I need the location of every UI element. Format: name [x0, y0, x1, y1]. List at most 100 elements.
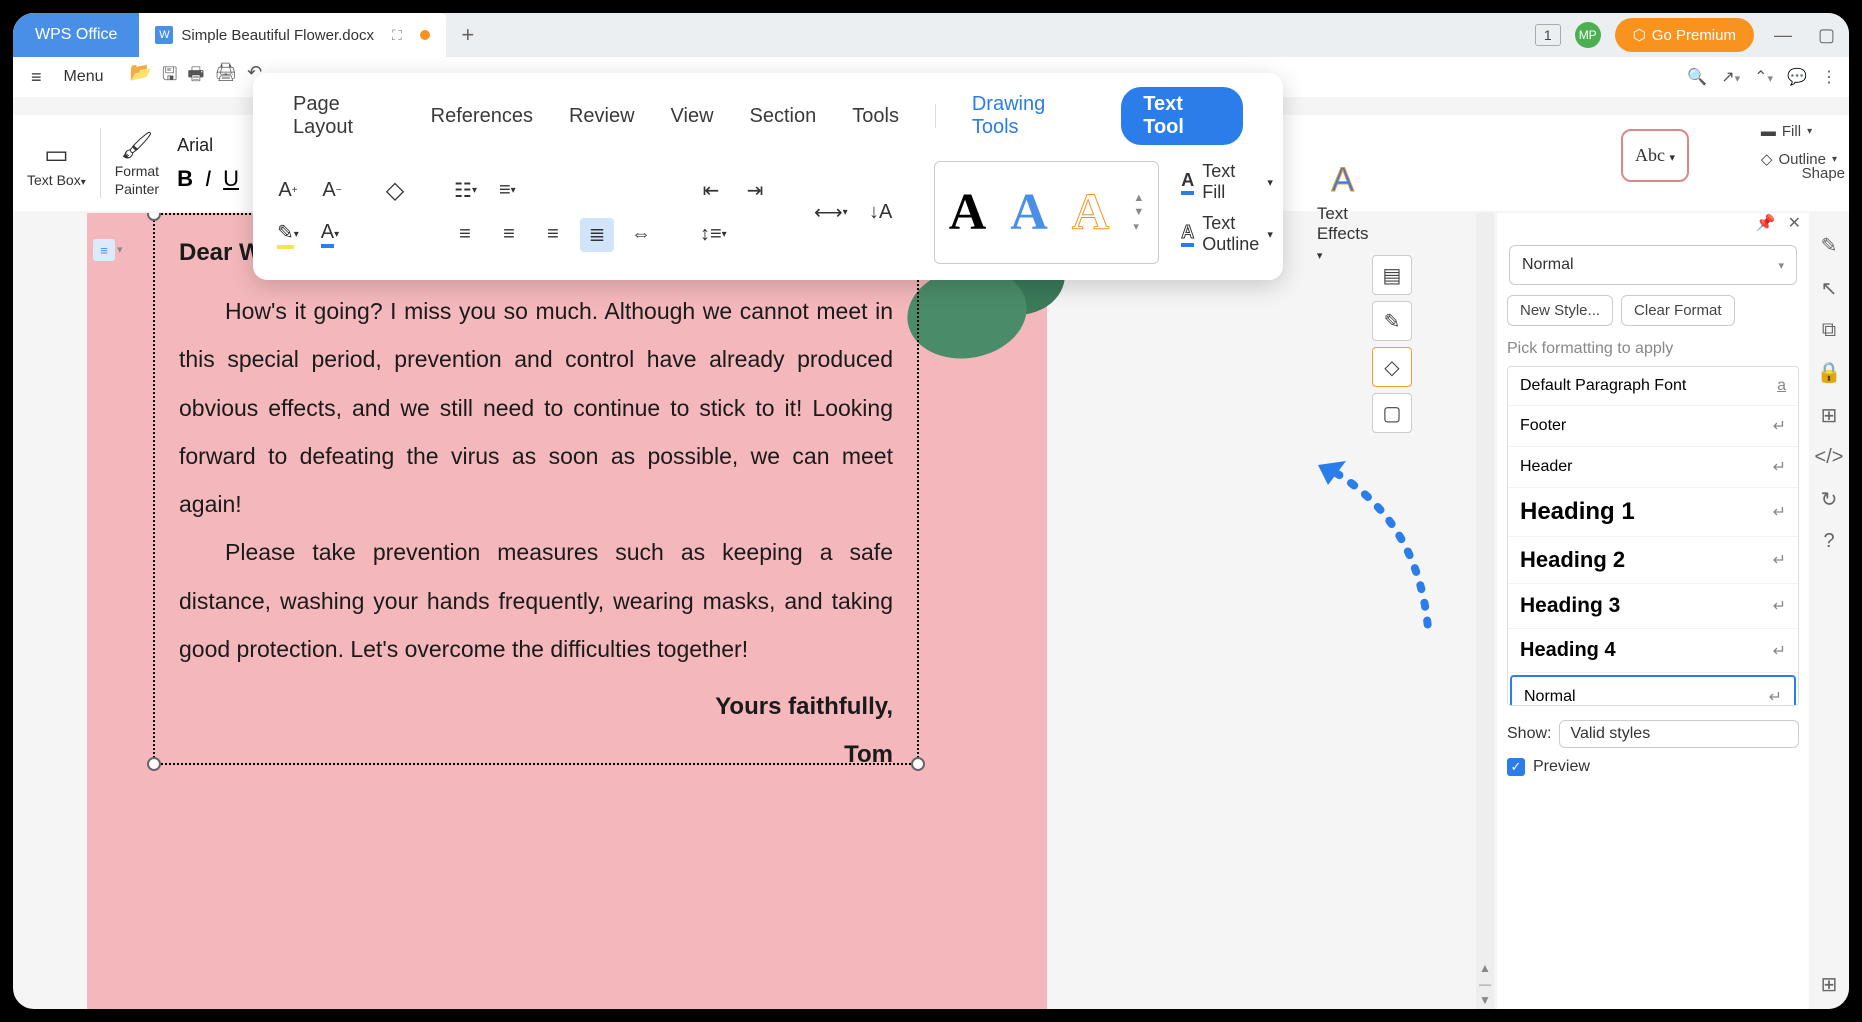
user-avatar[interactable]: MP	[1575, 22, 1601, 48]
tab-drawing-tools[interactable]: Drawing Tools	[972, 93, 1085, 139]
tab-tools[interactable]: Tools	[852, 105, 899, 128]
more-icon[interactable]: ⋮	[1821, 67, 1837, 87]
text-effects-button[interactable]: A Text Effects ▾	[1309, 161, 1377, 264]
collapse-ribbon-icon[interactable]: ⌃▾	[1754, 67, 1773, 87]
document-content[interactable]: Dear Wendy, How's it going? I miss you s…	[155, 215, 917, 793]
underline-button[interactable]: U	[223, 166, 239, 192]
close-panel-icon[interactable]: ✕	[1788, 213, 1801, 233]
numbering-icon[interactable]: ≡ ▾	[493, 174, 522, 208]
preview-icon[interactable]: 🖨	[214, 62, 237, 92]
text-direction-icon[interactable]: ↓A	[864, 196, 898, 230]
style-item-footer[interactable]: Footer↵	[1508, 406, 1798, 447]
font-color-icon[interactable]: A ▾	[315, 218, 345, 252]
save-icon[interactable]: 🖫	[162, 62, 177, 92]
present-icon[interactable]: ⛶	[392, 27, 402, 44]
text-box-button[interactable]: ▭ Text Box▾	[27, 139, 86, 188]
bullets-icon[interactable]: ☷ ▾	[448, 174, 483, 208]
widget-icon[interactable]: ⊞	[1821, 403, 1838, 428]
cursor-icon[interactable]: ↖	[1821, 276, 1838, 301]
fill-button[interactable]: ▬Fill▾	[1761, 123, 1837, 140]
gallery-down-icon[interactable]: ▼	[1133, 206, 1144, 218]
menu-button[interactable]: Menu	[56, 68, 112, 86]
style-item-heading-2[interactable]: Heading 2↵	[1508, 537, 1798, 584]
text-style-a2[interactable]: A	[1010, 183, 1048, 242]
resize-handle-br[interactable]	[911, 757, 925, 771]
clear-formatting-icon[interactable]: ◇	[378, 174, 412, 208]
add-tab-button[interactable]: +	[446, 22, 490, 48]
margin-chevron-icon[interactable]: ▾	[117, 243, 123, 256]
char-spacing-icon[interactable]: ⟷ ▾	[808, 196, 854, 230]
tab-view[interactable]: View	[671, 105, 714, 128]
preview-checkbox[interactable]: ✓	[1507, 758, 1525, 776]
grid-icon[interactable]: ⊞	[1821, 972, 1838, 997]
show-styles-selector[interactable]: Valid styles	[1559, 720, 1799, 748]
style-item-normal[interactable]: Normal↵	[1510, 675, 1796, 706]
style-item-heading-1[interactable]: Heading 1↵	[1508, 488, 1798, 537]
tab-references[interactable]: References	[431, 105, 533, 128]
lock-icon[interactable]: 🔒	[1817, 360, 1842, 385]
current-style-selector[interactable]: Normal ▾	[1509, 245, 1797, 285]
document-tab[interactable]: W Simple Beautiful Flower.docx ⛶	[139, 13, 445, 57]
text-effect-gallery[interactable]: A A A ▲ ▼ ▾	[934, 161, 1160, 264]
align-left-icon[interactable]: ≡	[448, 218, 482, 252]
help-icon[interactable]: ?	[1823, 530, 1834, 553]
align-right-icon[interactable]: ≡	[536, 218, 570, 252]
style-item-header[interactable]: Header↵	[1508, 447, 1798, 488]
increase-indent-icon[interactable]: ⇥	[738, 174, 772, 208]
increase-font-icon[interactable]: A+	[271, 174, 305, 208]
highlight-icon[interactable]: ✎ ▾	[271, 218, 305, 252]
tab-review[interactable]: Review	[569, 105, 635, 128]
text-style-a3[interactable]: A	[1072, 183, 1110, 242]
margin-indicator-icon[interactable]: ≡	[93, 239, 115, 261]
go-premium-button[interactable]: ⬡ Go Premium	[1615, 18, 1754, 52]
share-icon[interactable]: ↗▾	[1721, 67, 1740, 87]
pin-icon[interactable]: 📌	[1756, 213, 1776, 233]
search-icon[interactable]: 🔍	[1687, 67, 1707, 87]
gallery-more-icon[interactable]: ▾	[1133, 220, 1144, 233]
tab-page-layout[interactable]: Page Layout	[293, 93, 395, 139]
wrap-style-2-icon[interactable]: ✎	[1372, 301, 1412, 341]
distribute-icon[interactable]: ⇔	[624, 218, 658, 252]
decrease-indent-icon[interactable]: ⇤	[694, 174, 728, 208]
window-counter[interactable]: 1	[1535, 24, 1561, 46]
text-fill-button[interactable]: A Text Fill ▾	[1181, 161, 1273, 203]
clear-format-button[interactable]: Clear Format	[1621, 295, 1735, 326]
comments-icon[interactable]: 💬	[1787, 67, 1807, 87]
bold-button[interactable]: B	[177, 166, 193, 192]
minimize-button[interactable]: —	[1768, 25, 1798, 46]
new-style-button[interactable]: New Style...	[1507, 295, 1613, 326]
line-spacing-icon[interactable]: ↕≡ ▾	[694, 218, 733, 252]
resize-handle-bl[interactable]	[147, 757, 161, 771]
text-style-a1[interactable]: A	[949, 183, 987, 242]
hamburger-icon[interactable]: ≡	[25, 67, 48, 88]
align-justify-icon[interactable]: ≣	[580, 218, 614, 252]
scroll-down-icon[interactable]: ▼	[1479, 993, 1491, 1007]
style-item-default-pf[interactable]: Default Paragraph Fonta	[1508, 367, 1798, 406]
style-item-heading-4[interactable]: Heading 4↵	[1508, 629, 1798, 673]
decrease-font-icon[interactable]: A−	[315, 174, 349, 208]
align-center-icon[interactable]: ≡	[492, 218, 526, 252]
app-tab[interactable]: WPS Office	[13, 13, 139, 57]
italic-button[interactable]: I	[205, 166, 211, 192]
text-frame[interactable]: Dear Wendy, How's it going? I miss you s…	[153, 213, 919, 765]
scroll-up-icon[interactable]: ▲	[1479, 961, 1491, 975]
text-outline-button[interactable]: A Text Outline ▾	[1181, 213, 1273, 255]
wrap-style-3-icon[interactable]: ◇	[1372, 347, 1412, 387]
gallery-up-icon[interactable]: ▲	[1133, 192, 1144, 204]
tab-section[interactable]: Section	[750, 105, 817, 128]
maximize-button[interactable]: ▢	[1812, 25, 1841, 46]
code-icon[interactable]: </>	[1815, 446, 1844, 469]
wrap-style-4-icon[interactable]: ▢	[1372, 393, 1412, 433]
format-painter-button[interactable]: 🖌 Format Painter	[115, 130, 159, 197]
shape-style[interactable]: Abc ▾	[1621, 129, 1689, 182]
style-item-heading-3[interactable]: Heading 3↵	[1508, 584, 1798, 629]
pencil-icon[interactable]: ✎	[1821, 233, 1838, 258]
open-icon[interactable]: 📂	[130, 62, 152, 92]
vertical-scrollbar[interactable]: ▲ — ▼	[1476, 213, 1494, 1009]
shape-button[interactable]: Shape	[1802, 165, 1845, 182]
tab-text-tool[interactable]: Text Tool	[1121, 87, 1243, 145]
history-icon[interactable]: ↻	[1821, 487, 1838, 512]
font-name-selector[interactable]: Arial	[173, 135, 239, 156]
print-icon[interactable]: 🖶	[187, 62, 204, 92]
wrap-style-1-icon[interactable]: ▤	[1372, 255, 1412, 295]
